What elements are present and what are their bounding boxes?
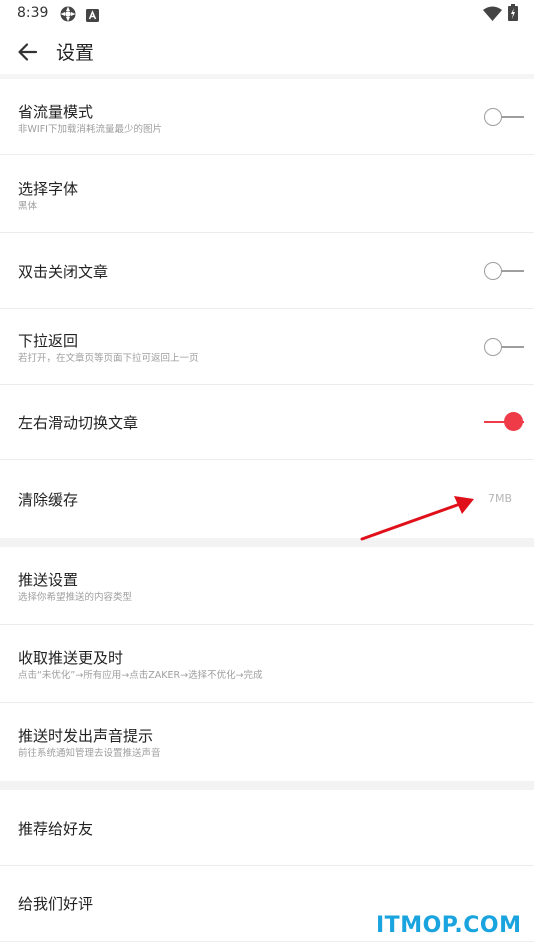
setting-double-tap-close[interactable]: 双击关闭文章 [0, 233, 534, 309]
setting-subtitle: 前往系统通知管理去设置推送声音 [18, 748, 161, 759]
setting-title: 推送设置 [18, 571, 79, 589]
back-button[interactable] [14, 38, 42, 66]
setting-subtitle: 非WIFI下加载消耗流量最少的图片 [18, 124, 162, 135]
setting-title: 清除缓存 [18, 491, 79, 509]
swipe-switch-toggle[interactable] [484, 412, 526, 432]
setting-title: 省流量模式 [18, 103, 94, 121]
setting-push-sound[interactable]: 推送时发出声音提示 前往系统通知管理去设置推送声音 [0, 703, 534, 781]
setting-subtitle: 点击“未优化”→所有应用→点击ZAKER→选择不优化→完成 [18, 670, 263, 681]
setting-title: 推荐给好友 [18, 820, 94, 838]
brightness-icon [59, 5, 77, 27]
pull-down-back-toggle[interactable] [484, 337, 526, 357]
status-time: 8:39 [17, 5, 49, 21]
setting-swipe-switch[interactable]: 左右滑动切换文章 [0, 385, 534, 460]
setting-font[interactable]: 选择字体 黑体 [0, 155, 534, 233]
double-tap-close-toggle[interactable] [484, 261, 526, 281]
divider [0, 941, 534, 942]
setting-title: 双击关闭文章 [18, 263, 109, 281]
battery-charging-icon [508, 4, 518, 25]
watermark: ITMOP.COM [376, 913, 522, 938]
status-bar: 8:39 [0, 0, 534, 28]
setting-push[interactable]: 推送设置 选择你希望推送的内容类型 [0, 547, 534, 625]
cache-size-value: 7MB [487, 492, 512, 505]
setting-title: 左右滑动切换文章 [18, 414, 139, 432]
setting-title: 收取推送更及时 [18, 649, 124, 667]
setting-title: 给我们好评 [18, 895, 94, 913]
setting-push-timely[interactable]: 收取推送更及时 点击“未优化”→所有应用→点击ZAKER→选择不优化→完成 [0, 625, 534, 703]
section-gap [0, 781, 534, 790]
data-saver-toggle[interactable] [484, 107, 526, 127]
setting-subtitle: 黑体 [18, 201, 38, 212]
setting-recommend-friends[interactable]: 推荐给好友 [0, 790, 534, 866]
setting-subtitle: 若打开，在文章页等页面下拉可返回上一页 [18, 353, 199, 364]
setting-pull-down-back[interactable]: 下拉返回 若打开，在文章页等页面下拉可返回上一页 [0, 309, 534, 385]
setting-title: 下拉返回 [18, 332, 79, 350]
wifi-icon [483, 6, 502, 25]
setting-data-saver[interactable]: 省流量模式 非WIFI下加载消耗流量最少的图片 [0, 79, 534, 155]
annotation-arrow-icon [360, 496, 474, 541]
setting-title: 选择字体 [18, 180, 79, 198]
setting-subtitle: 选择你希望推送的内容类型 [18, 592, 133, 603]
setting-title: 推送时发出声音提示 [18, 727, 154, 745]
page-title: 设置 [56, 42, 95, 64]
app-bar: 设置 [0, 28, 534, 74]
app-notification-icon [86, 7, 99, 26]
arrow-left-icon [18, 43, 38, 61]
